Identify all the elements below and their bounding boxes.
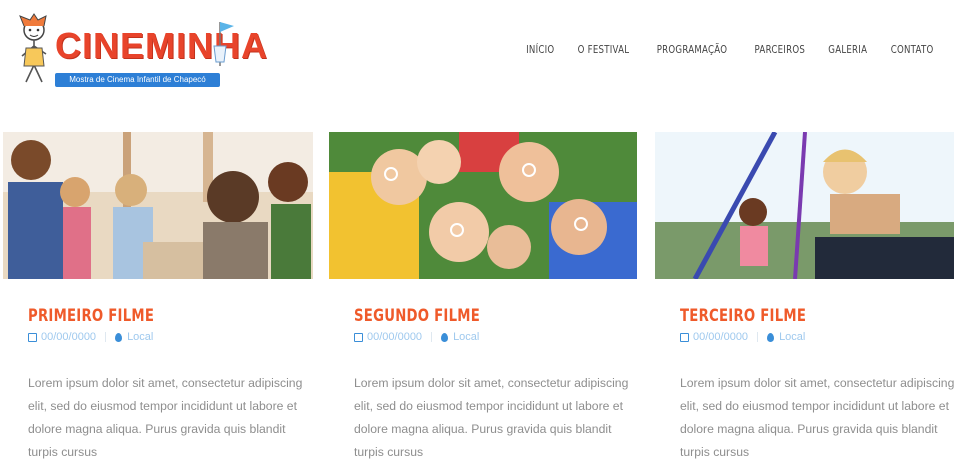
post-card[interactable]: SEGUNDO FILME 00/00/0000 Local Lorem ips… (329, 132, 637, 459)
post-image[interactable] (3, 132, 313, 279)
post-location: Local (453, 331, 480, 343)
nav-link-festival[interactable]: O FESTIVAL (577, 44, 629, 56)
children-photo-image (329, 132, 637, 279)
children-photo-image (3, 132, 313, 279)
post-excerpt: Lorem ipsum dolor sit amet, consectetur … (354, 376, 629, 459)
post-image[interactable] (655, 132, 954, 279)
location-icon (767, 332, 775, 342)
post-date: 00/00/0000 (41, 331, 97, 343)
post-date: 00/00/0000 (367, 331, 423, 343)
meta-divider (757, 332, 759, 342)
post-meta: 00/00/0000 Local (28, 331, 153, 343)
nav-item-festival[interactable]: O FESTIVAL (572, 44, 635, 56)
post-card[interactable]: PRIMEIRO FILME 00/00/0000 Local Lorem ip… (3, 132, 313, 459)
nav-link-programacao[interactable]: PROGRAMAÇÃO (656, 44, 727, 56)
meta-divider (431, 332, 433, 342)
calendar-icon (28, 332, 37, 342)
nav-link-inicio[interactable]: INÍCIO (526, 44, 554, 56)
post-title[interactable]: TERCEIRO FILME (680, 306, 806, 326)
post-meta: 00/00/0000 Local (354, 331, 479, 343)
post-excerpt: Lorem ipsum dolor sit amet, consectetur … (680, 376, 954, 459)
logo-tagline: Mostra de Cinema Infantil de Chapecó (55, 73, 220, 87)
post-location: Local (127, 331, 154, 343)
calendar-icon (680, 332, 689, 342)
calendar-icon (354, 332, 363, 342)
post-card[interactable]: TERCEIRO FILME 00/00/0000 Local Lorem ip… (655, 132, 954, 459)
post-date: 00/00/0000 (693, 331, 749, 343)
nav-item-contato[interactable]: CONTATO (886, 44, 938, 56)
location-icon (441, 332, 449, 342)
nav-link-parceiros[interactable]: PARCEIROS (754, 44, 805, 56)
post-title[interactable]: PRIMEIRO FILME (28, 306, 154, 326)
nav-link-galeria[interactable]: GALERIA (829, 44, 868, 56)
main-nav: INÍCIO O FESTIVAL PROGRAMAÇÃO PARCEIROS … (509, 44, 938, 56)
kids-mascot-icon (19, 13, 47, 83)
flag-icon (213, 22, 234, 66)
nav-link-contato[interactable]: CONTATO (890, 44, 933, 56)
nav-item-parceiros[interactable]: PARCEIROS (749, 44, 811, 56)
nav-item-programacao[interactable]: PROGRAMAÇÃO (649, 44, 735, 56)
site-logo[interactable]: CINEMINHA Mostra de Cinema Infantil de C… (10, 10, 267, 90)
meta-divider (105, 332, 107, 342)
post-excerpt: Lorem ipsum dolor sit amet, consectetur … (28, 376, 303, 459)
post-image[interactable] (329, 132, 637, 279)
children-photo-image (655, 132, 954, 279)
post-location: Local (779, 331, 806, 343)
post-title[interactable]: SEGUNDO FILME (354, 306, 480, 326)
post-meta: 00/00/0000 Local (680, 331, 805, 343)
nav-item-inicio[interactable]: INÍCIO (523, 44, 558, 56)
nav-item-galeria[interactable]: GALERIA (824, 44, 871, 56)
location-icon (115, 332, 123, 342)
